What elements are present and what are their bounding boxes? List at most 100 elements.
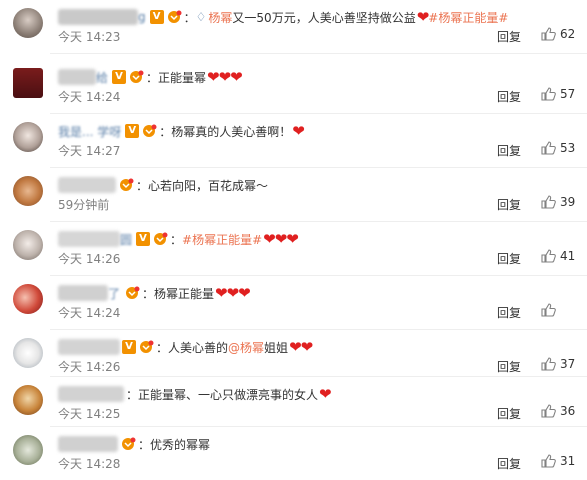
comment-item: ： 优秀的幂幂 今天 14:28 回复 31 [0, 427, 587, 480]
divider [50, 53, 587, 54]
comment-item: 了 ： 杨幂正能量 ❤❤❤ 今天 14:24 回复 [0, 276, 587, 329]
comment-text: 人美心善的 [168, 340, 229, 355]
reply-button[interactable]: 回复 [497, 358, 521, 375]
verified-badge-icon: V [122, 340, 136, 354]
comment-text: 优秀的幂幂 [150, 437, 211, 452]
thumbs-up-icon [541, 357, 556, 371]
fan-badge-icon [166, 10, 182, 24]
avatar[interactable] [13, 122, 43, 152]
username-blurred[interactable] [58, 231, 120, 247]
comment-text-line: 给 V ： 正能量幂 ❤❤❤ [58, 68, 243, 86]
username-blurred[interactable] [58, 285, 108, 301]
comment-text-suffix: 姐姐 [264, 340, 289, 355]
colon: ： [138, 437, 151, 452]
reply-button[interactable]: 回复 [497, 28, 521, 45]
comment-text-line: g V ： ♢ 杨幂 又一50万元，人美心善坚持做公益 ❤ #杨幂正能量# [58, 8, 508, 26]
fan-badge-icon [128, 70, 144, 84]
colon: ： [159, 124, 172, 139]
like-count: 62 [560, 27, 576, 41]
avatar[interactable] [13, 68, 43, 98]
mention-link[interactable]: 杨幂 [208, 9, 232, 26]
heart-emoji-icon: ❤❤❤ [207, 68, 243, 86]
comment-text: 正能量幂 [158, 70, 207, 85]
like-count: 39 [560, 195, 576, 209]
fan-badge-icon [138, 340, 154, 354]
reply-button[interactable]: 回复 [497, 405, 521, 422]
comment-text-line: 我是... 学呀 V ： 杨幂真的人美心善啊！ ❤ [58, 122, 305, 140]
avatar[interactable] [13, 435, 43, 465]
comment-item: ： 正能量幂、一心只做漂亮事的女人 ❤ 今天 14:25 回复 36 [0, 377, 587, 430]
like-count: 57 [560, 87, 576, 101]
comment-item: ： 心若向阳，百花成幂～ 59分钟前 回复 39 [0, 168, 587, 221]
heart-emoji-icon: ❤❤❤ [263, 230, 299, 248]
comment-item: 给 V ： 正能量幂 ❤❤❤ 今天 14:24 回复 57 [0, 60, 587, 113]
reply-button[interactable]: 回复 [497, 88, 521, 105]
verified-badge-icon: V [125, 124, 140, 138]
heart-emoji-icon: ❤❤ [289, 338, 313, 356]
like-count: 36 [560, 404, 576, 418]
colon: ： [136, 178, 149, 193]
username-blurred[interactable] [58, 386, 124, 402]
username[interactable]: 给 [96, 69, 108, 86]
colon: ： [156, 340, 169, 355]
avatar[interactable] [13, 230, 43, 260]
like-button[interactable]: 37 [540, 356, 575, 372]
verified-badge-icon: V [149, 10, 164, 24]
username-blurred[interactable] [58, 436, 118, 452]
like-button[interactable]: 39 [540, 194, 575, 210]
reply-button[interactable]: 回复 [497, 455, 521, 472]
avatar[interactable] [13, 284, 43, 314]
fan-badge-icon [124, 286, 140, 300]
avatar[interactable] [13, 338, 43, 368]
username[interactable]: 了 [108, 285, 120, 302]
like-count: 31 [560, 454, 576, 468]
topic-link[interactable]: #杨幂正能量# [182, 231, 262, 248]
topic-link[interactable]: #杨幂正能量# [428, 9, 508, 26]
thumbs-up-icon [541, 27, 556, 41]
comment-time: 今天 14:26 [58, 360, 121, 374]
comment-time: 今天 14:26 [58, 252, 121, 266]
verified-badge-icon: V [136, 232, 151, 246]
username[interactable]: 我是... 学呀 [58, 123, 121, 140]
thumbs-up-icon [541, 195, 556, 209]
username[interactable]: 圆 [120, 231, 132, 248]
heart-emoji-icon: ❤ [416, 8, 430, 26]
reply-button[interactable]: 回复 [497, 250, 521, 267]
heart-emoji-icon: ❤❤❤ [215, 284, 251, 302]
comment-time: 今天 14:25 [58, 407, 121, 421]
fan-badge-icon [118, 178, 134, 192]
comment-text: 杨幂真的人美心善啊！ [171, 124, 292, 139]
like-button[interactable]: 31 [540, 453, 575, 469]
mention-link[interactable]: @杨幂 [228, 339, 264, 356]
avatar[interactable] [13, 8, 43, 38]
thumbs-up-icon [541, 87, 556, 101]
like-button[interactable]: 57 [540, 86, 575, 102]
like-button[interactable]: 62 [540, 26, 575, 42]
like-button[interactable]: 36 [540, 403, 575, 419]
like-count: 53 [560, 141, 576, 155]
like-button[interactable] [540, 302, 560, 318]
reply-button[interactable]: 回复 [497, 196, 521, 213]
avatar[interactable] [13, 176, 43, 206]
comment-text-line: 圆 V ： #杨幂正能量# ❤❤❤ [58, 230, 299, 248]
username-blurred[interactable] [58, 177, 116, 193]
like-button[interactable]: 41 [540, 248, 575, 264]
fan-badge-icon [141, 124, 157, 138]
comment-time: 今天 14:23 [58, 30, 121, 44]
reply-button[interactable]: 回复 [497, 304, 521, 321]
comment-item: 圆 V ： #杨幂正能量# ❤❤❤ 今天 14:26 回复 41 [0, 222, 587, 275]
like-button[interactable]: 53 [540, 140, 575, 156]
comment-time: 59分钟前 [58, 198, 110, 212]
username-blurred[interactable] [58, 339, 120, 355]
username[interactable]: g [138, 10, 146, 24]
colon: ： [142, 286, 155, 301]
comment-text-line: ： 正能量幂、一心只做漂亮事的女人 ❤ [58, 385, 332, 403]
username-blurred[interactable] [58, 9, 138, 25]
comment-time: 今天 14:24 [58, 306, 121, 320]
thumbs-up-icon [541, 303, 556, 317]
reply-button[interactable]: 回复 [497, 142, 521, 159]
username-blurred[interactable] [58, 69, 96, 85]
avatar[interactable] [13, 385, 43, 415]
fan-badge-icon [120, 437, 136, 451]
colon: ： [146, 70, 159, 85]
